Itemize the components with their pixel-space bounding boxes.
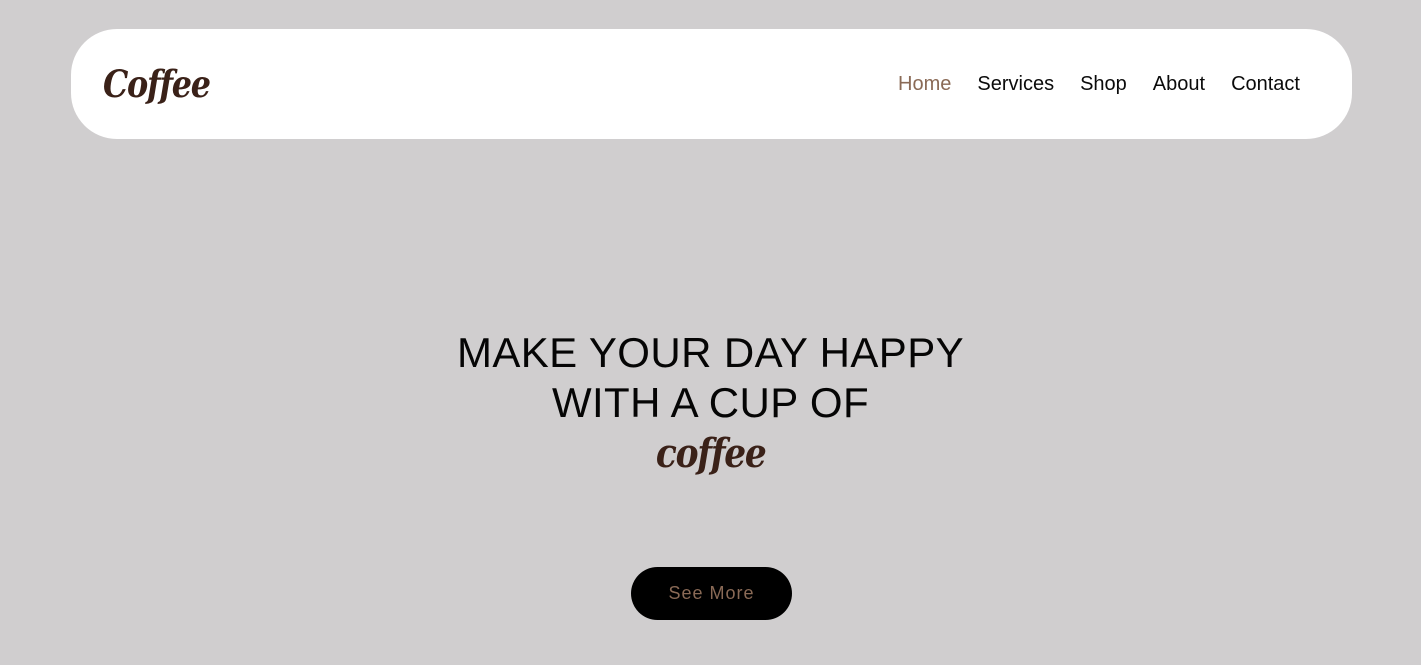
hero-headline-line-2: WITH A CUP OF <box>551 379 870 426</box>
nav-link-contact[interactable]: Contact <box>1231 73 1300 96</box>
nav-link-home[interactable]: Home <box>898 73 951 96</box>
hero-accent-word: coffee <box>655 430 767 477</box>
hero-section: MAKE YOUR DAY HAPPY WITH A CUP OF coffee <box>0 328 1421 478</box>
nav-link-about[interactable]: About <box>1153 73 1205 96</box>
site-logo[interactable]: Coffee <box>103 60 211 108</box>
hero-headline-line-1: MAKE YOUR DAY HAPPY <box>456 329 965 376</box>
nav-link-services[interactable]: Services <box>977 73 1054 96</box>
navbar: Coffee Home Services Shop About Contact <box>71 29 1352 139</box>
see-more-button[interactable]: See More <box>631 567 792 620</box>
nav-link-shop[interactable]: Shop <box>1080 73 1127 96</box>
nav-menu: Home Services Shop About Contact <box>898 29 1300 139</box>
